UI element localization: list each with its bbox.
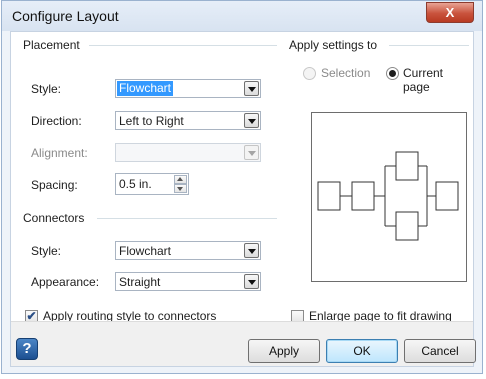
dropdown-arrow-icon[interactable] — [244, 81, 259, 96]
selection-radio-label: Selection — [321, 66, 371, 80]
apply-button[interactable]: Apply — [248, 339, 320, 363]
spin-down-icon[interactable] — [174, 184, 187, 193]
placement-style-label: Style: — [31, 82, 62, 96]
spin-up-icon[interactable] — [174, 175, 187, 184]
current-page-radio[interactable] — [386, 67, 399, 80]
connector-style-dropdown[interactable]: Flowchart — [115, 241, 261, 260]
dialog-title: Configure Layout — [12, 8, 119, 24]
dropdown-arrow-icon[interactable] — [244, 274, 259, 289]
direction-value: Left to Right — [119, 114, 184, 128]
selection-radio — [303, 67, 316, 80]
layout-preview — [311, 112, 467, 282]
appearance-value: Straight — [119, 275, 161, 289]
preview-node-1 — [317, 181, 341, 211]
ok-button[interactable]: OK — [326, 339, 398, 363]
placement-divider — [89, 45, 277, 46]
preview-node-2 — [351, 181, 375, 211]
cancel-button[interactable]: Cancel — [404, 339, 476, 363]
appearance-dropdown[interactable]: Straight — [115, 272, 261, 291]
spacing-value: 0.5 in. — [119, 177, 152, 191]
placement-group-label: Placement — [23, 38, 80, 52]
placement-style-value: Flowchart — [117, 81, 174, 96]
connector-style-label: Style: — [31, 244, 62, 258]
placement-style-dropdown[interactable]: Flowchart — [115, 79, 261, 98]
help-icon: ? — [22, 340, 32, 357]
apply-settings-divider — [389, 45, 469, 46]
title-bar: Configure Layout X — [2, 1, 482, 31]
dialog-client-area: Placement Style: Flowchart Direction: Le… — [10, 31, 474, 367]
alignment-dropdown — [115, 143, 261, 162]
connectors-group-label: Connectors — [23, 211, 85, 225]
connectors-divider — [97, 218, 277, 219]
flowchart-preview-diagram — [317, 151, 459, 241]
alignment-label: Alignment: — [31, 146, 88, 160]
configure-layout-dialog: Configure Layout X Placement Style: Flow… — [1, 0, 483, 374]
current-page-radio-label[interactable]: Current page — [403, 66, 473, 94]
dropdown-arrow-icon[interactable] — [244, 243, 259, 258]
spacing-label: Spacing: — [31, 178, 78, 192]
help-button[interactable]: ? — [16, 338, 38, 360]
preview-node-5 — [435, 181, 459, 211]
apply-settings-group-label: Apply settings to — [289, 38, 378, 52]
close-icon: X — [445, 5, 455, 20]
preview-node-4 — [395, 211, 419, 241]
preview-node-3 — [395, 151, 419, 181]
connector-style-value: Flowchart — [119, 244, 172, 258]
direction-dropdown[interactable]: Left to Right — [115, 111, 261, 130]
close-button[interactable]: X — [426, 2, 474, 23]
direction-label: Direction: — [31, 114, 82, 128]
appearance-label: Appearance: — [31, 275, 100, 289]
dropdown-arrow-icon — [244, 145, 259, 160]
dropdown-arrow-icon[interactable] — [244, 113, 259, 128]
spacing-spinbox[interactable]: 0.5 in. — [115, 173, 189, 195]
